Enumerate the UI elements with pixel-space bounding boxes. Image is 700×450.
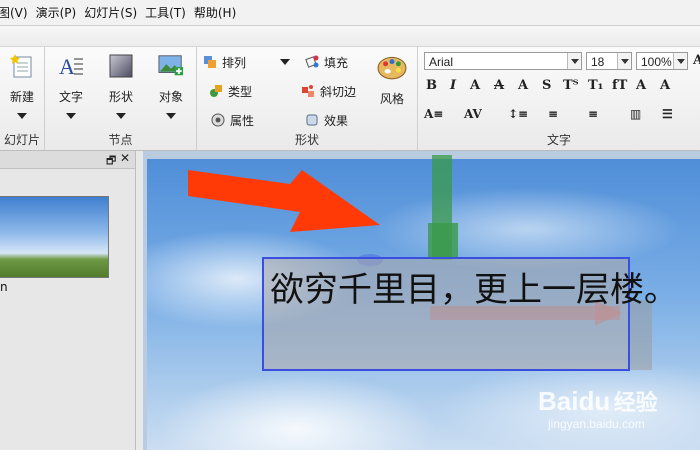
red-arrow [188,170,380,232]
slide-decorations [188,155,652,370]
watermark-brand-cn: 经验 [613,390,658,415]
green-bar-cap [428,223,458,258]
baidu-watermark: Baidu 经验 jingyan.baidu.com [538,385,658,431]
watermark-brand: Baidu [538,386,611,416]
slide-text[interactable]: 欲穷千里目，更上一层楼。 [270,262,678,311]
watermark-url: jingyan.baidu.com [548,417,645,431]
